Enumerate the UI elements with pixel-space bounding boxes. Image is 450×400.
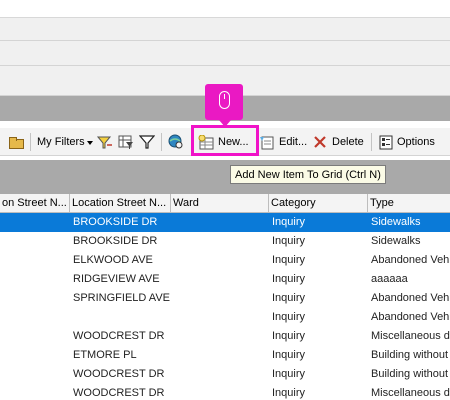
folder-open-icon — [8, 136, 24, 149]
ward-cell — [171, 270, 269, 289]
category-cell: Inquiry — [272, 368, 306, 380]
table-row[interactable]: RIDGEVIEW AVE Inquiry aaaaaa — [0, 270, 450, 289]
new-button-tooltip: Add New Item To Grid (Ctrl N) — [230, 165, 386, 184]
location-street-cell: BROOKSIDE DR — [73, 216, 158, 228]
edit-button-label: Edit... — [279, 136, 308, 148]
location-street-cell: ETMORE PL — [73, 349, 137, 361]
location-street-cell: SPRINGFIELD AVE — [73, 292, 170, 304]
open-button[interactable] — [8, 128, 24, 156]
globe-search-icon — [168, 134, 183, 149]
type-cell: Building without — [371, 368, 449, 380]
type-cell: Abandoned Vehi — [371, 311, 450, 323]
window-top-strip — [0, 0, 450, 18]
location-street-cell: WOODCREST DR — [73, 387, 165, 399]
options-button-label: Options — [397, 136, 435, 148]
column-header-ward[interactable]: Ward — [171, 194, 269, 213]
ribbon-band — [0, 41, 450, 66]
table-row[interactable]: SPRINGFIELD AVE Inquiry Abandoned Vehi — [0, 289, 450, 308]
grid-body: BROOKSIDE DR Inquiry Sidewalks BROOKSIDE… — [0, 213, 450, 400]
table-row[interactable]: ELKWOOD AVE Inquiry Abandoned Vehi — [0, 251, 450, 270]
filter-table-icon — [118, 135, 133, 149]
location-street-cell: WOODCREST DR — [73, 368, 165, 380]
category-cell: Inquiry — [272, 349, 306, 361]
ward-cell — [171, 327, 269, 346]
filter-multi-button[interactable] — [97, 128, 113, 156]
options-icon — [379, 135, 393, 149]
ward-cell — [171, 346, 269, 365]
table-row[interactable]: BROOKSIDE DR Inquiry Sidewalks — [0, 213, 450, 232]
category-cell: Inquiry — [272, 273, 306, 285]
new-button-highlight — [191, 125, 259, 156]
ward-cell — [171, 213, 269, 232]
menu-band — [0, 18, 450, 41]
type-cell: Miscellaneous d — [371, 387, 450, 399]
table-row[interactable]: ETMORE PL Inquiry Building without — [0, 346, 450, 365]
ward-cell — [171, 251, 269, 270]
table-row[interactable]: WOODCREST DR Inquiry Building without — [0, 365, 450, 384]
column-header-category[interactable]: Category — [269, 194, 368, 213]
ward-cell — [171, 365, 269, 384]
type-cell: Sidewalks — [371, 235, 421, 247]
funnel-icon — [139, 135, 155, 149]
delete-button-label: Delete — [332, 136, 364, 148]
grid-header: on Street N... Location Street N... Ward… — [0, 194, 450, 213]
options-button[interactable]: Options — [379, 128, 435, 156]
type-cell: Miscellaneous d — [371, 330, 450, 342]
ward-cell — [171, 289, 269, 308]
column-header-location-street[interactable]: Location Street N... — [70, 194, 171, 213]
type-cell: Sidewalks — [371, 216, 421, 228]
column-header-type[interactable]: Type — [368, 194, 450, 213]
mouse-click-indicator — [205, 84, 243, 127]
category-cell: Inquiry — [272, 311, 306, 323]
category-cell: Inquiry — [272, 387, 306, 399]
mouse-icon — [219, 91, 230, 109]
table-row[interactable]: BROOKSIDE DR Inquiry Sidewalks — [0, 232, 450, 251]
ward-cell — [171, 384, 269, 400]
type-cell: Abandoned Vehi — [371, 292, 450, 304]
toolbar-divider — [371, 133, 372, 151]
edit-document-icon — [260, 136, 274, 149]
type-cell: Building without — [371, 349, 449, 361]
table-row[interactable]: Inquiry Abandoned Vehi — [0, 308, 450, 327]
filter-multi-icon — [97, 136, 112, 149]
ward-cell — [171, 308, 269, 327]
category-cell: Inquiry — [272, 330, 306, 342]
edit-button[interactable]: Edit... — [259, 128, 307, 156]
location-street-cell — [70, 308, 171, 327]
table-row[interactable]: WOODCREST DR Inquiry Miscellaneous d — [0, 384, 450, 400]
column-header-on-street[interactable]: on Street N... — [0, 194, 70, 213]
location-street-cell: ELKWOOD AVE — [73, 254, 153, 266]
filter-grid-button[interactable] — [118, 128, 134, 156]
location-street-cell: WOODCREST DR — [73, 330, 165, 342]
type-cell: Abandoned Vehi — [371, 254, 450, 266]
table-row[interactable]: WOODCREST DR Inquiry Miscellaneous d — [0, 327, 450, 346]
my-filters-label: My Filters — [37, 136, 85, 148]
refresh-globe-button[interactable] — [168, 128, 184, 156]
location-street-cell: BROOKSIDE DR — [73, 235, 158, 247]
location-street-cell: RIDGEVIEW AVE — [73, 273, 160, 285]
chevron-down-icon — [86, 140, 93, 145]
category-cell: Inquiry — [272, 216, 306, 228]
category-cell: Inquiry — [272, 292, 306, 304]
my-filters-dropdown[interactable]: My Filters — [37, 128, 93, 156]
delete-x-icon — [314, 136, 326, 148]
type-cell: aaaaaa — [371, 273, 408, 285]
delete-button[interactable]: Delete — [313, 128, 364, 156]
toolbar-divider — [161, 133, 162, 151]
category-cell: Inquiry — [272, 254, 306, 266]
filter-button[interactable] — [139, 128, 155, 156]
category-cell: Inquiry — [272, 235, 306, 247]
toolbar-divider — [30, 133, 31, 151]
ward-cell — [171, 232, 269, 251]
